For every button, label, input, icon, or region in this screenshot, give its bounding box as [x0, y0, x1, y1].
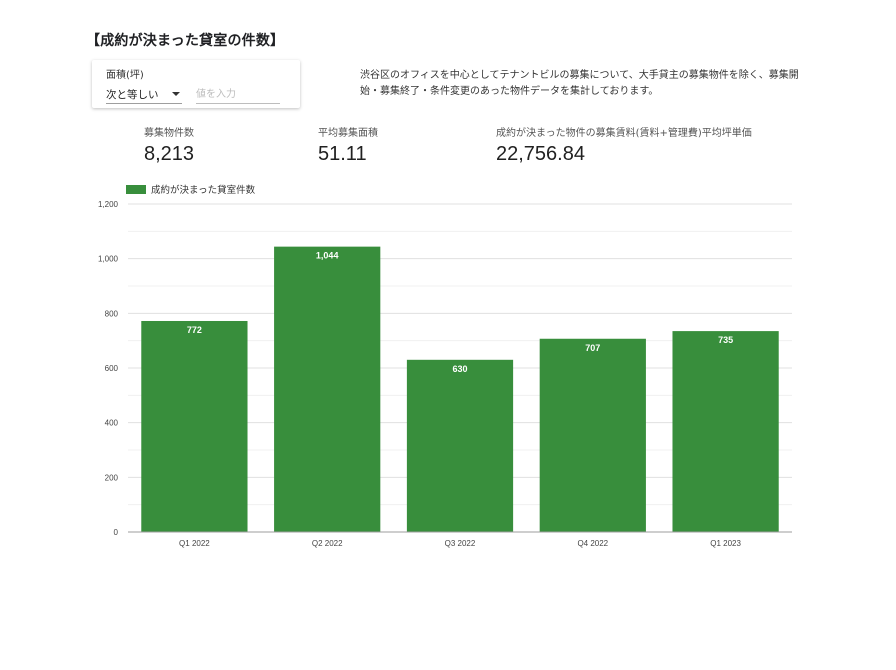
bar-chart: 0 200 400 600 800 1,000 1,200 772 Q1 2022 1,044 Q2…: [98, 200, 792, 548]
bar-data-label: 707: [585, 343, 600, 353]
y-tick-label: 200: [105, 473, 119, 482]
x-tick-label: Q3 2022: [445, 539, 476, 548]
x-tick-label: Q4 2022: [577, 539, 608, 548]
x-tick-label: Q1 2022: [179, 539, 210, 548]
bar: [406, 359, 514, 532]
y-tick-label: 600: [105, 364, 119, 373]
bar-data-label: 735: [718, 335, 733, 345]
bar: [672, 331, 779, 532]
y-tick-label: 400: [105, 419, 119, 428]
bar-data-label: 1,044: [316, 251, 339, 261]
x-tick-label: Q2 2022: [312, 539, 343, 548]
bar: [539, 338, 646, 532]
bar-data-label: 630: [452, 364, 467, 374]
bar: [274, 246, 381, 532]
y-tick-label: 1,000: [98, 255, 119, 264]
y-tick-label: 0: [114, 528, 119, 537]
bar-data-label: 772: [187, 325, 202, 335]
bar: [141, 320, 248, 532]
x-tick-label: Q1 2023: [710, 539, 741, 548]
y-tick-label: 800: [105, 309, 119, 318]
y-tick-label: 1,200: [98, 200, 119, 209]
